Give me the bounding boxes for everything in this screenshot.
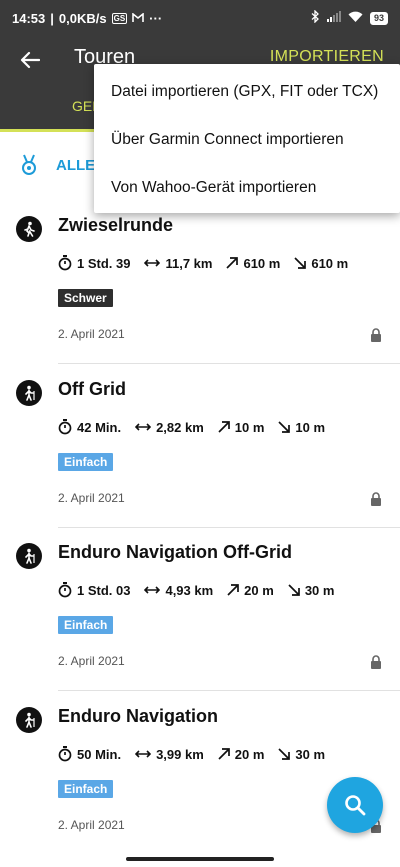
tour-item[interactable]: Off Grid 42 Min. 2,82 km 10 m 10 m Einfa…	[0, 364, 400, 528]
ascent-stat: 610 m	[226, 256, 280, 271]
distance-value: 11,7 km	[165, 255, 213, 271]
distance-arrows-icon	[135, 750, 152, 758]
tour-item[interactable]: Enduro Navigation 50 Min. 3,99 km 20 m 3…	[0, 691, 400, 855]
distance-arrows-icon	[144, 586, 161, 594]
ascent-arrow-icon	[218, 421, 230, 433]
hiker-icon	[16, 707, 42, 733]
duration-stat: 1 Std. 03	[58, 582, 130, 598]
tour-name: Zwieselrunde	[58, 215, 174, 235]
distance-value: 3,99 km	[156, 746, 204, 762]
lock-icon	[370, 492, 382, 511]
difficulty-badge: Einfach	[58, 616, 114, 634]
wifi-icon	[348, 11, 363, 25]
ascent-arrow-icon	[218, 748, 230, 760]
duration-value: 50 Min.	[77, 746, 122, 762]
descent-value: 30 m	[304, 582, 335, 598]
search-fab[interactable]	[327, 777, 383, 833]
ascent-arrow-icon	[226, 257, 239, 269]
distance-value: 4,93 km	[165, 582, 214, 598]
filter-label: ALLE	[56, 157, 96, 174]
menu-item-import-garmin[interactable]: Über Garmin Connect importieren	[94, 116, 400, 164]
home-indicator[interactable]	[126, 857, 274, 861]
tour-date: 2. April 2021	[58, 818, 125, 832]
bluetooth-icon	[311, 9, 320, 26]
import-menu: Datei importieren (GPX, FIT oder TCX) Üb…	[94, 64, 400, 213]
descent-value: 10 m	[295, 419, 326, 435]
descent-arrow-icon	[294, 257, 307, 269]
tour-stats: 1 Std. 39 11,7 km 610 m 610 m	[58, 255, 362, 271]
back-arrow-icon[interactable]	[14, 44, 46, 76]
tour-name: Enduro Navigation Off-Grid	[58, 542, 292, 562]
battery-icon: 93	[369, 11, 388, 25]
menu-item-import-file[interactable]: Datei importieren (GPX, FIT oder TCX)	[94, 68, 400, 116]
distance-arrows-icon	[144, 259, 161, 267]
tour-date: 2. April 2021	[58, 654, 125, 668]
distance-arrows-icon	[135, 423, 152, 431]
duration-value: 42 Min.	[77, 419, 122, 435]
descent-stat: 30 m	[288, 582, 335, 598]
lock-icon	[370, 328, 382, 347]
distance-stat: 4,93 km	[144, 583, 213, 598]
duration-stat: 42 Min.	[58, 419, 121, 435]
ascent-value: 20 m	[234, 746, 265, 762]
ascent-arrow-icon	[227, 584, 240, 596]
signal-icon	[326, 11, 341, 25]
distance-value: 2,82 km	[156, 419, 204, 435]
hiker-icon	[16, 380, 42, 406]
duration-stat: 50 Min.	[58, 746, 121, 762]
stopwatch-icon	[58, 582, 72, 598]
descent-arrow-icon	[278, 748, 291, 760]
descent-stat: 30 m	[278, 747, 325, 762]
status-more-dots: ···	[149, 10, 163, 26]
status-separator: |	[50, 10, 54, 26]
descent-arrow-icon	[278, 421, 291, 433]
descent-value: 30 m	[295, 746, 326, 762]
distance-stat: 11,7 km	[144, 256, 212, 271]
distance-stat: 3,99 km	[135, 747, 204, 762]
ascent-value: 10 m	[234, 419, 265, 435]
duration-value: 1 Std. 39	[77, 255, 131, 271]
descent-value: 610 m	[311, 255, 349, 271]
status-time: 14:53	[12, 10, 46, 26]
lock-icon	[370, 655, 382, 674]
stopwatch-icon	[58, 419, 72, 435]
search-icon	[345, 795, 366, 816]
difficulty-badge: Einfach	[58, 780, 114, 798]
duration-value: 1 Std. 03	[77, 582, 131, 598]
hiker-icon	[16, 543, 42, 569]
tour-stats: 50 Min. 3,99 km 20 m 30 m	[58, 746, 339, 762]
medal-icon	[20, 154, 38, 181]
status-net-speed: 0,0KB/s	[58, 10, 107, 26]
tour-name: Enduro Navigation	[58, 706, 219, 726]
ascent-value: 610 m	[243, 255, 281, 271]
stopwatch-icon	[58, 255, 72, 271]
difficulty-badge: Einfach	[58, 453, 114, 471]
tour-stats: 1 Std. 03 4,93 km 20 m 30 m	[58, 582, 348, 598]
ascent-stat: 20 m	[227, 583, 274, 598]
tour-item[interactable]: Enduro Navigation Off-Grid 1 Std. 03 4,9…	[0, 527, 400, 691]
descent-arrow-icon	[288, 584, 300, 596]
distance-stat: 2,82 km	[135, 420, 204, 435]
stopwatch-icon	[58, 746, 72, 762]
duration-stat: 1 Std. 39	[58, 255, 130, 271]
tour-stats: 42 Min. 2,82 km 10 m 10 m	[58, 419, 339, 435]
status-gs-icon: GS	[111, 12, 128, 24]
status-left: 14:53 | 0,0KB/s GS ···	[12, 11, 162, 26]
descent-stat: 10 m	[278, 420, 325, 435]
status-mail-icon	[132, 11, 144, 26]
ascent-stat: 20 m	[218, 746, 265, 762]
ascent-stat: 10 m	[218, 419, 265, 435]
menu-item-import-wahoo[interactable]: Von Wahoo-Gerät importieren	[94, 164, 400, 212]
status-right: 93	[311, 9, 388, 26]
tour-item[interactable]: Zwieselrunde 1 Std. 39 11,7 km 610 m 610…	[0, 200, 400, 364]
ascent-value: 20 m	[244, 582, 274, 598]
tour-name: Off Grid	[58, 379, 126, 399]
tour-date: 2. April 2021	[58, 491, 125, 505]
tour-date: 2. April 2021	[58, 327, 125, 341]
status-bar: 14:53 | 0,0KB/s GS ··· 93	[0, 0, 400, 36]
descent-stat: 610 m	[294, 256, 348, 271]
difficulty-badge: Schwer	[58, 289, 113, 307]
hiker-icon	[16, 216, 42, 242]
